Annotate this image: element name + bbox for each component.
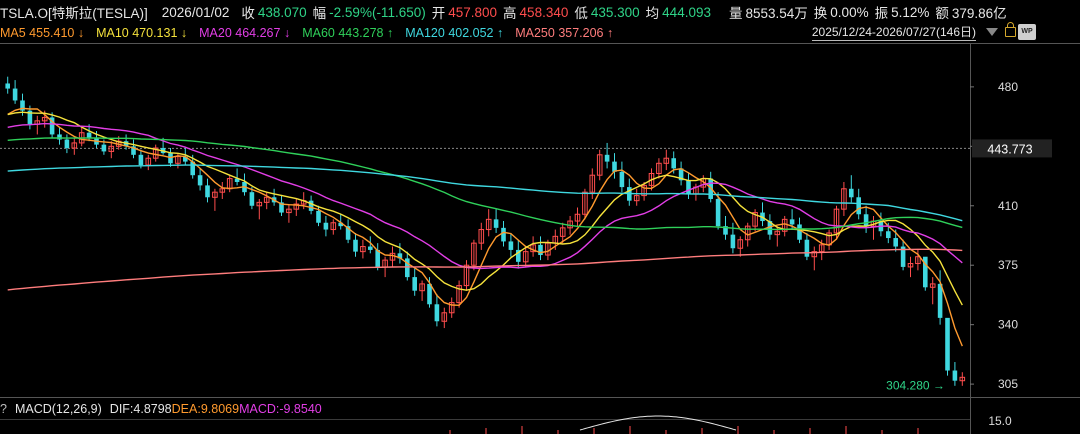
- macd-dif: DIF:4.8798: [109, 402, 172, 416]
- ma120-line: [7, 164, 963, 222]
- candle-body: [5, 83, 10, 89]
- macd-dea: DEA:9.8069: [171, 402, 240, 416]
- macd-value: MACD:-9.8540: [239, 402, 322, 416]
- candle-body: [671, 158, 676, 169]
- current-price-label: 443.773: [987, 142, 1032, 156]
- y-tick-label: 375: [998, 258, 1018, 272]
- y-tick-label: 410: [998, 199, 1018, 213]
- candle-body: [686, 180, 691, 194]
- candle-body: [849, 188, 854, 198]
- candle-body: [12, 88, 18, 101]
- candle-body: [715, 198, 721, 227]
- ma10-line: [7, 111, 963, 306]
- candle-body: [412, 277, 417, 291]
- candle-body: [952, 370, 958, 381]
- candle-body: [353, 239, 358, 252]
- candle-body: [804, 239, 810, 257]
- candle-body: [101, 144, 107, 152]
- candle-body: [501, 227, 506, 242]
- candle-body: [730, 234, 736, 249]
- candle-body: [886, 231, 891, 239]
- candle-body: [893, 238, 898, 247]
- candle-body: [308, 200, 314, 211]
- candle-body: [368, 246, 373, 250]
- macd-dif-line: [579, 415, 737, 431]
- help-icon[interactable]: ?: [0, 402, 7, 416]
- macd-title[interactable]: MACD(12,26,9): [15, 402, 102, 416]
- candle-body: [945, 317, 950, 371]
- candle-body: [434, 304, 440, 322]
- candle-body: [604, 154, 610, 162]
- candle-body: [205, 185, 210, 198]
- macd-header: ? MACD(12,26,9) DIF:4.8798 DEA:9.8069 MA…: [0, 400, 1080, 418]
- y-tick-label: 480: [998, 80, 1018, 94]
- candle-body: [197, 175, 203, 186]
- candle-body: [57, 134, 62, 140]
- candle-body: [619, 171, 625, 188]
- candle-body: [249, 192, 255, 206]
- y-tick-label: 305: [998, 377, 1018, 391]
- y-tick-label: 340: [998, 318, 1018, 332]
- candle-body: [138, 154, 144, 166]
- candle-body: [856, 197, 861, 215]
- ma5-line: [7, 107, 963, 347]
- candle-body: [789, 219, 795, 225]
- candlestick-chart: 480445410375340305443.773304.280 →15.0: [0, 43, 1080, 434]
- candle-body: [86, 132, 92, 138]
- candle-body: [64, 139, 70, 149]
- candle-body: [863, 214, 869, 227]
- candle-body: [508, 241, 514, 250]
- candle-body: [316, 210, 321, 223]
- ma60-line: [7, 137, 963, 231]
- candle-body: [797, 224, 802, 240]
- candle-body: [323, 222, 329, 230]
- candle-body: [937, 283, 943, 318]
- candle-body: [538, 244, 543, 256]
- low-price-marker: 304.280 →: [886, 378, 945, 392]
- candle-body: [493, 219, 499, 228]
